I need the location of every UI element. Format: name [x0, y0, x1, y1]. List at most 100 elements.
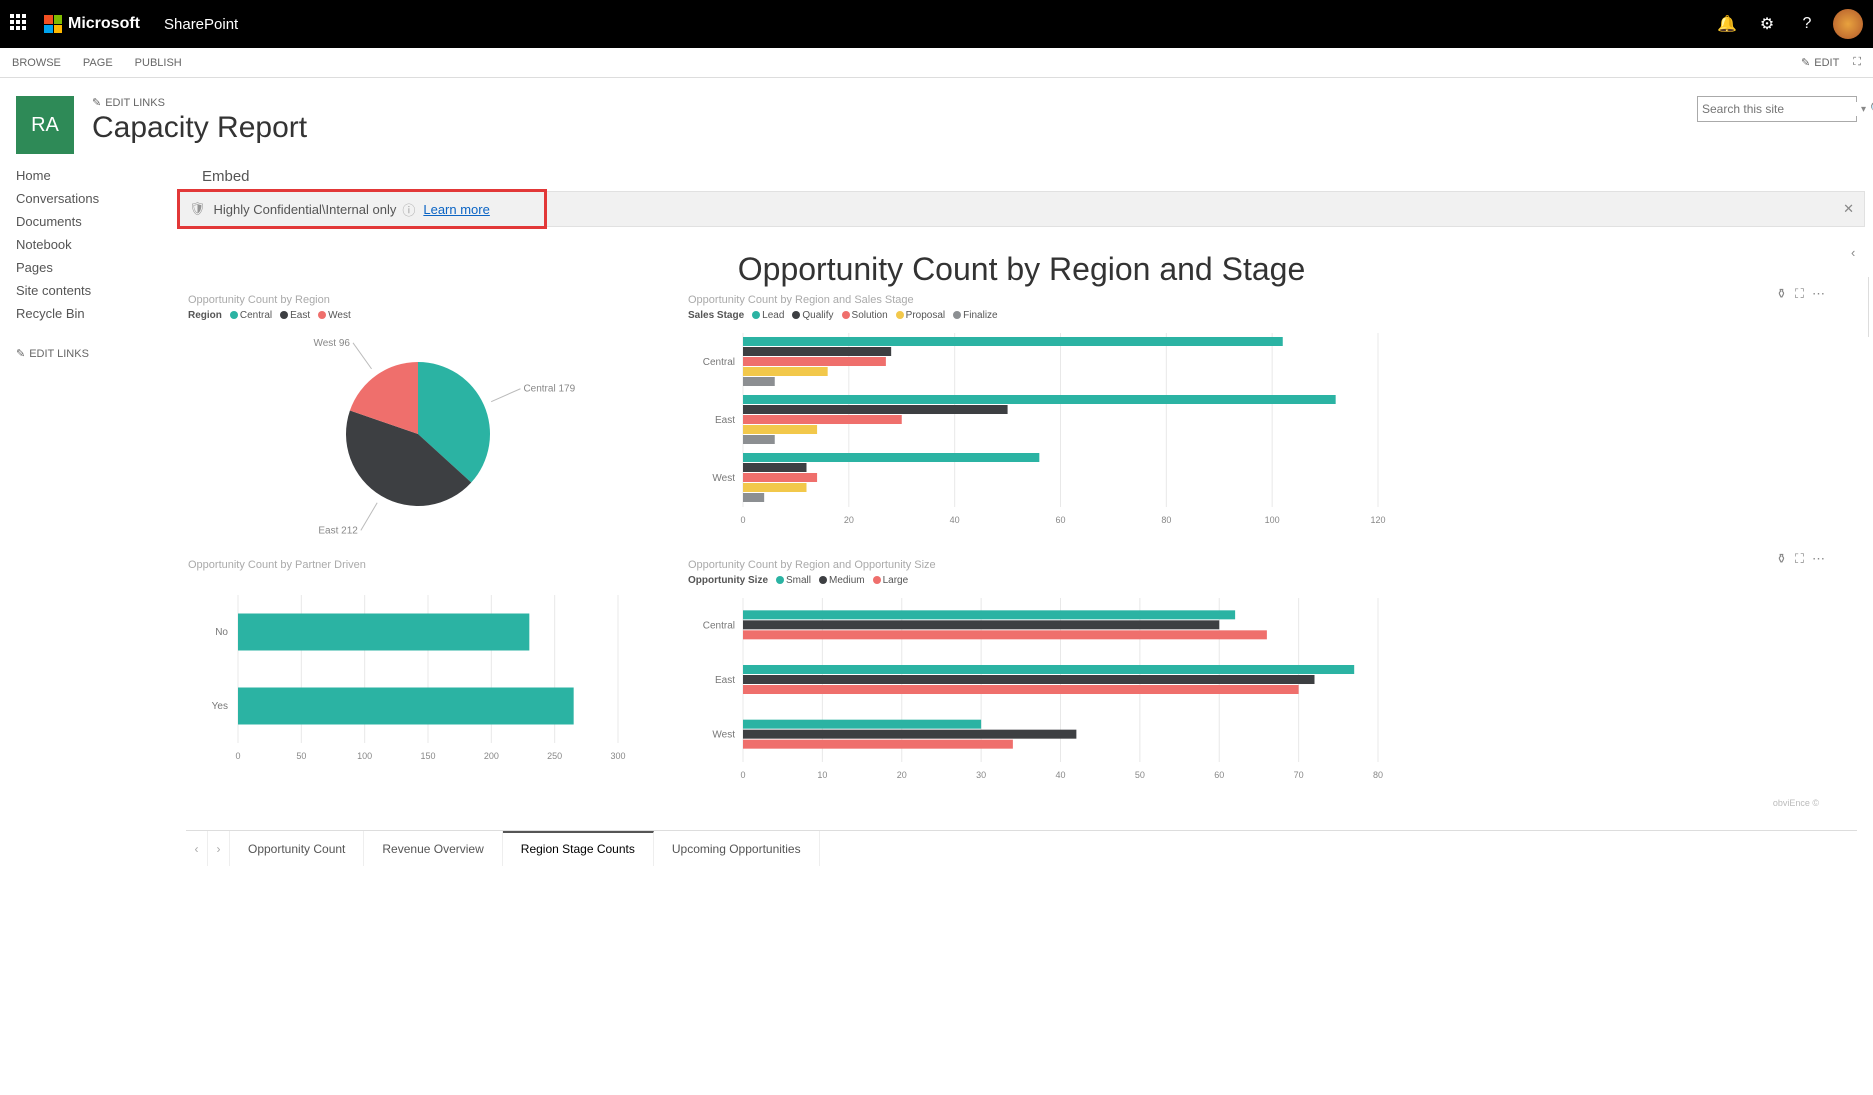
- page-title: Capacity Report: [92, 111, 1697, 145]
- sensitivity-icon: 🛡: [189, 201, 206, 217]
- focus-icon[interactable]: ⛶: [1795, 551, 1804, 567]
- notifications-icon[interactable]: 🔔: [1707, 14, 1747, 34]
- visual-bar-stage[interactable]: ⚱ ⛶ ⋯ Opportunity Count by Region and Sa…: [688, 294, 1825, 539]
- nav-recycle-bin[interactable]: Recycle Bin: [16, 302, 154, 325]
- svg-text:120: 120: [1370, 515, 1385, 525]
- sensitivity-label: Highly Confidential\Internal only: [214, 202, 397, 217]
- svg-text:80: 80: [1373, 770, 1383, 780]
- chart-title: Opportunity Count by Region and Opportun…: [688, 559, 1825, 571]
- chart-title: Opportunity Count by Region: [188, 294, 668, 306]
- page-header: RA ✎EDIT LINKS Capacity Report ▾ 🔍: [0, 78, 1873, 164]
- expand-pane-icon[interactable]: ‹: [1851, 245, 1867, 260]
- edit-links-nav[interactable]: ✎ EDIT LINKS: [16, 347, 154, 360]
- search-box[interactable]: ▾ 🔍: [1697, 96, 1857, 122]
- focus-icon[interactable]: ⛶: [1795, 286, 1804, 302]
- left-nav: Home Conversations Documents Notebook Pa…: [0, 164, 170, 866]
- pie-chart: Central 179East 212West 96: [188, 329, 628, 539]
- edit-page-button[interactable]: ✎ EDIT: [1801, 56, 1839, 69]
- stage-chart: 020406080100120CentralEastWest: [688, 329, 1388, 529]
- tab-prev[interactable]: ‹: [186, 831, 208, 866]
- ribbon: BROWSE PAGE PUBLISH ✎ EDIT ⛶: [0, 48, 1873, 78]
- webpart-title: Embed: [202, 168, 1873, 185]
- svg-text:20: 20: [897, 770, 907, 780]
- nav-conversations[interactable]: Conversations: [16, 187, 154, 210]
- size-chart: 01020304050607080CentralEastWest: [688, 594, 1388, 784]
- brand-text: Microsoft: [68, 15, 140, 33]
- svg-text:70: 70: [1294, 770, 1304, 780]
- info-icon[interactable]: ⓘ: [402, 200, 415, 219]
- svg-text:Central 179: Central 179: [523, 384, 575, 395]
- edit-links-label: EDIT LINKS: [29, 348, 89, 360]
- chart-title: Opportunity Count by Partner Driven: [188, 559, 668, 571]
- visual-bar-size[interactable]: ⚱ ⛶ ⋯ Opportunity Count by Region and Op…: [688, 559, 1825, 784]
- svg-text:20: 20: [844, 515, 854, 525]
- svg-text:0: 0: [740, 770, 745, 780]
- tab-upcoming-opportunities[interactable]: Upcoming Opportunities: [654, 831, 820, 866]
- report-footer: obviEnce ©: [178, 794, 1865, 816]
- edit-links-top[interactable]: ✎EDIT LINKS: [92, 96, 1697, 109]
- ribbon-tab-page[interactable]: PAGE: [83, 57, 113, 69]
- tab-opportunity-count[interactable]: Opportunity Count: [230, 831, 364, 866]
- search-input[interactable]: [1702, 102, 1857, 116]
- tab-revenue-overview[interactable]: Revenue Overview: [364, 831, 502, 866]
- focus-mode-icon[interactable]: ⛶: [1853, 56, 1861, 69]
- svg-text:50: 50: [296, 751, 306, 761]
- svg-text:Central: Central: [703, 357, 735, 368]
- pencil-icon: ✎: [1801, 56, 1810, 69]
- svg-text:150: 150: [420, 751, 435, 761]
- nav-site-contents[interactable]: Site contents: [16, 279, 154, 302]
- filter-icon[interactable]: ⚱: [1776, 286, 1787, 302]
- nav-pages[interactable]: Pages: [16, 256, 154, 279]
- report-canvas: ‹ › Filters Opportunity Count by Region …: [178, 237, 1865, 866]
- visual-pie-region[interactable]: Opportunity Count by Region RegionCentra…: [188, 294, 668, 539]
- app-name[interactable]: SharePoint: [164, 16, 238, 33]
- microsoft-logo-icon: [44, 15, 62, 33]
- svg-text:West: West: [712, 730, 735, 741]
- close-icon[interactable]: ✕: [1843, 201, 1854, 217]
- more-icon[interactable]: ⋯: [1812, 551, 1825, 567]
- svg-text:100: 100: [357, 751, 372, 761]
- ribbon-tab-publish[interactable]: PUBLISH: [135, 57, 182, 69]
- chart-title: Opportunity Count by Region and Sales St…: [688, 294, 1825, 306]
- report-title: Opportunity Count by Region and Stage: [178, 251, 1865, 288]
- help-icon[interactable]: ?: [1787, 15, 1827, 33]
- svg-text:East 212: East 212: [318, 525, 358, 536]
- svg-text:250: 250: [547, 751, 562, 761]
- svg-text:Yes: Yes: [212, 701, 228, 712]
- nav-home[interactable]: Home: [16, 164, 154, 187]
- chart-legend: Opportunity SizeSmallMediumLarge: [688, 575, 1825, 586]
- svg-text:40: 40: [950, 515, 960, 525]
- svg-text:0: 0: [740, 515, 745, 525]
- nav-notebook[interactable]: Notebook: [16, 233, 154, 256]
- filter-icon[interactable]: ⚱: [1776, 551, 1787, 567]
- ribbon-tab-browse[interactable]: BROWSE: [12, 57, 61, 69]
- svg-text:East: East: [715, 675, 735, 686]
- svg-text:East: East: [715, 415, 735, 426]
- microsoft-logo: Microsoft: [44, 15, 140, 33]
- report-tabs: ‹ › Opportunity Count Revenue Overview R…: [186, 830, 1857, 866]
- chart-legend: Sales StageLeadQualifySolutionProposalFi…: [688, 310, 1825, 321]
- filters-pane-toggle[interactable]: › Filters: [1868, 277, 1873, 337]
- edit-label: EDIT: [1814, 57, 1839, 69]
- tab-next[interactable]: ›: [208, 831, 230, 866]
- svg-text:300: 300: [610, 751, 625, 761]
- avatar[interactable]: [1833, 9, 1863, 39]
- site-tile[interactable]: RA: [16, 96, 74, 154]
- svg-text:Central: Central: [703, 620, 735, 631]
- learn-more-link[interactable]: Learn more: [423, 202, 489, 217]
- visual-bar-partner[interactable]: Opportunity Count by Partner Driven 0501…: [188, 559, 668, 784]
- tab-region-stage-counts[interactable]: Region Stage Counts: [503, 831, 654, 866]
- svg-text:60: 60: [1055, 515, 1065, 525]
- svg-text:No: No: [215, 627, 228, 638]
- svg-text:50: 50: [1135, 770, 1145, 780]
- app-launcher-icon[interactable]: [10, 14, 30, 34]
- nav-documents[interactable]: Documents: [16, 210, 154, 233]
- svg-text:10: 10: [817, 770, 827, 780]
- settings-icon[interactable]: ⚙: [1747, 14, 1787, 34]
- suite-bar: Microsoft SharePoint 🔔 ⚙ ?: [0, 0, 1873, 48]
- more-icon[interactable]: ⋯: [1812, 286, 1825, 302]
- chevron-down-icon[interactable]: ▾: [1861, 104, 1866, 115]
- edit-links-label: EDIT LINKS: [105, 97, 165, 109]
- svg-text:60: 60: [1214, 770, 1224, 780]
- pencil-icon: ✎: [16, 347, 25, 360]
